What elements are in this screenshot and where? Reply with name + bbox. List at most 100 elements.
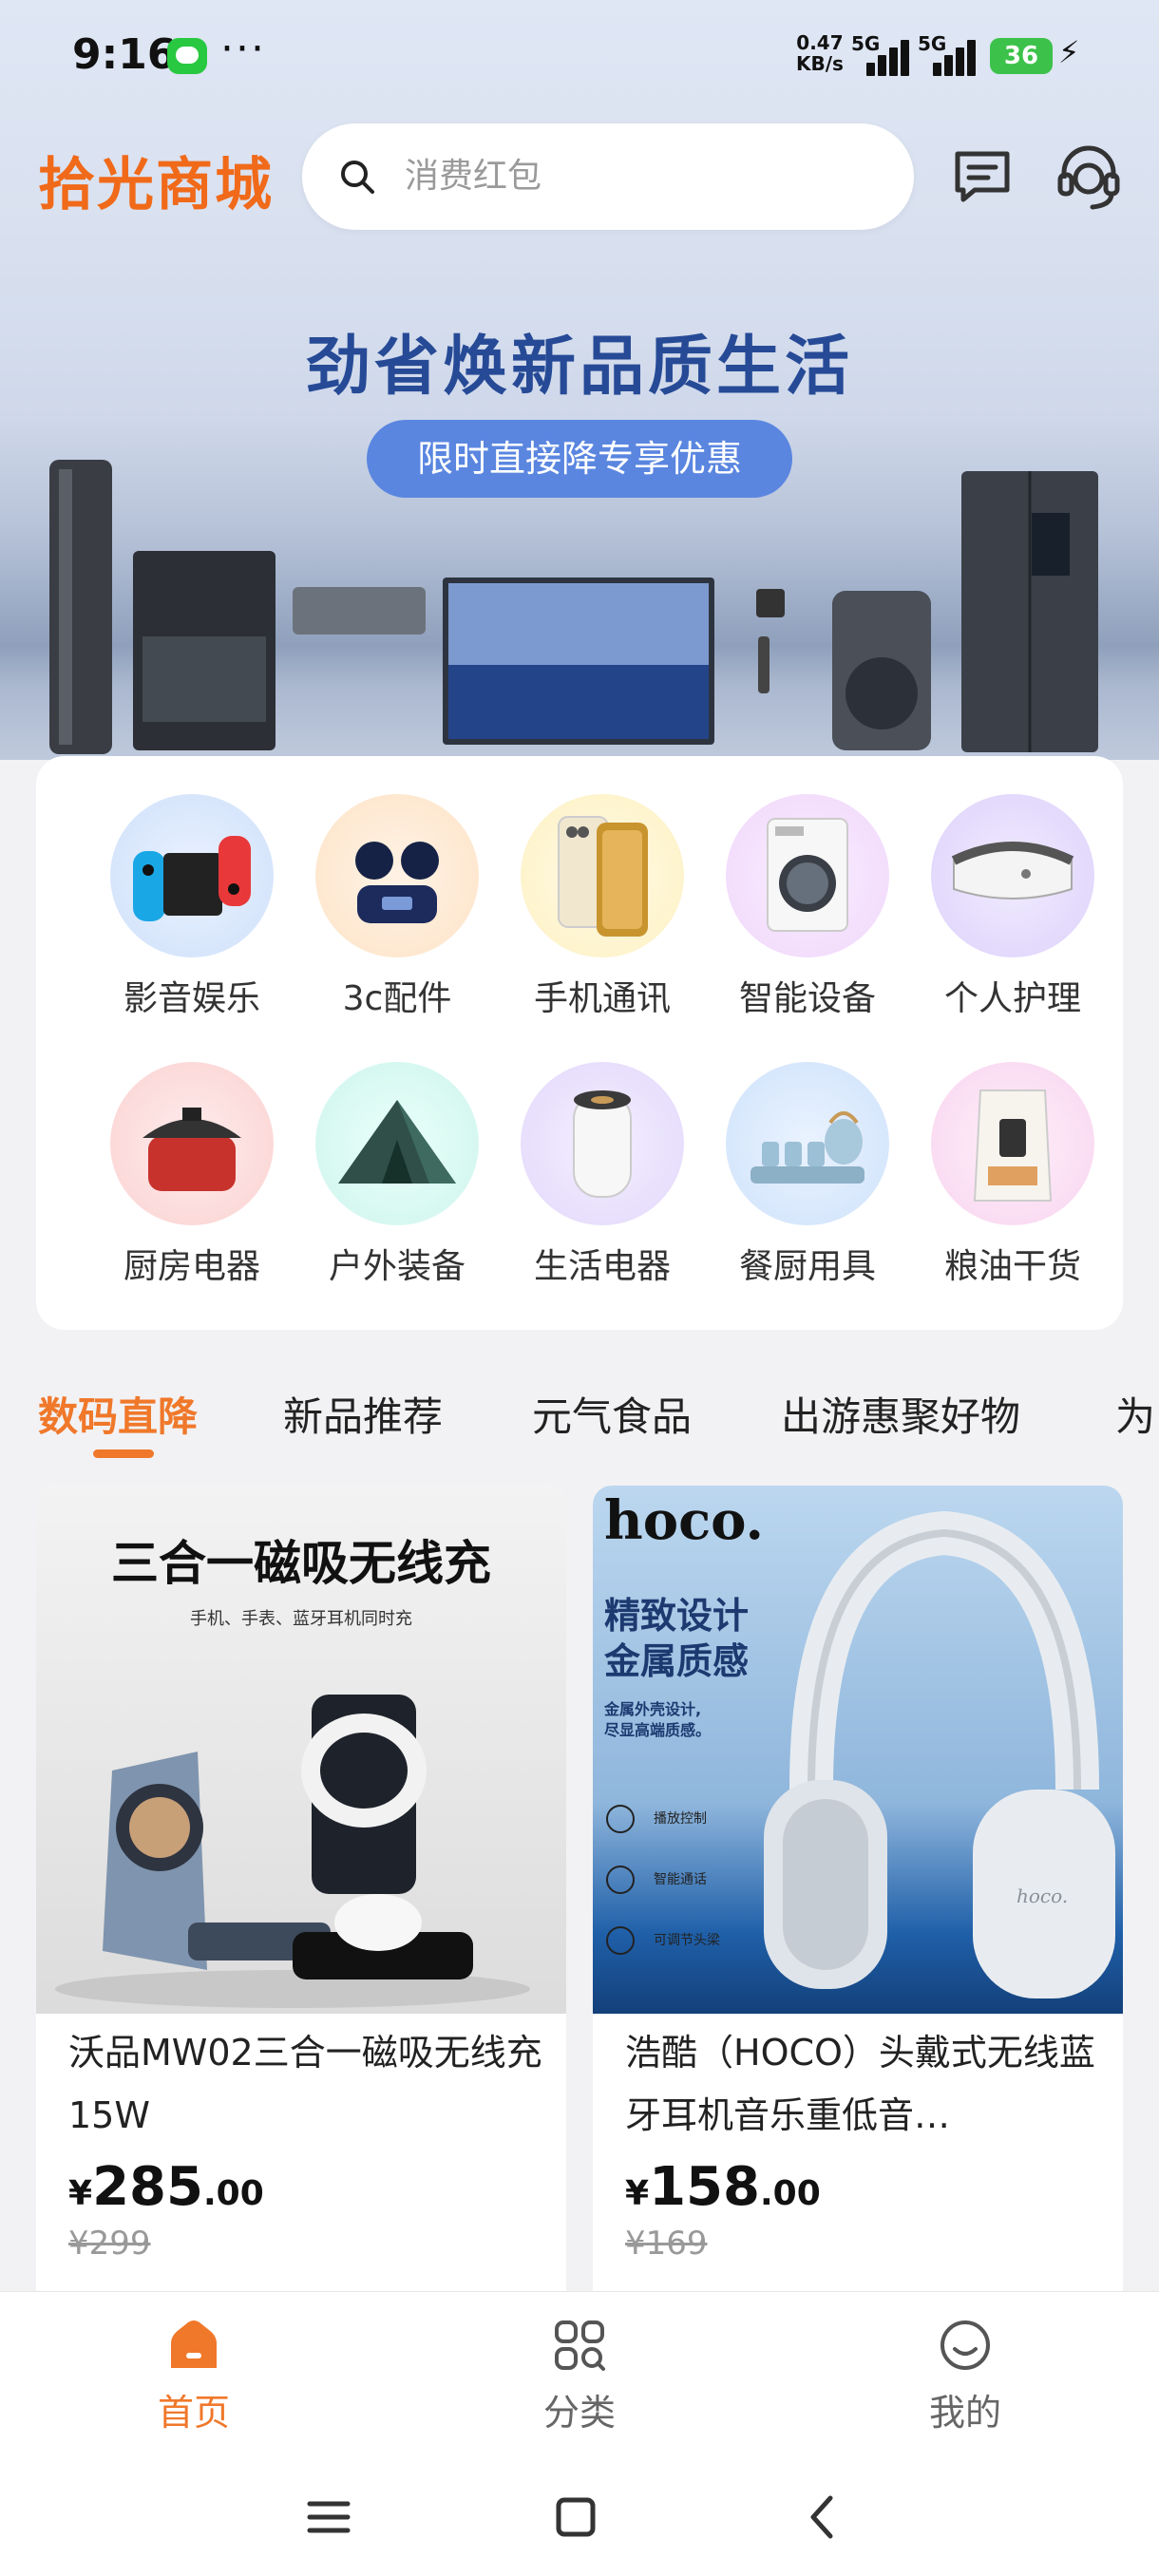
tab-new-arrivals[interactable]: 新品推荐 — [283, 1385, 443, 1443]
search-placeholder: 消费红包 — [405, 157, 542, 196]
adjust-icon — [606, 1926, 635, 1955]
nav-label: 分类 — [542, 2392, 616, 2434]
price-integer: 285 — [92, 2156, 203, 2218]
promo-banner[interactable]: 劲省焕新品质生活 限时直接降专享优惠 — [0, 0, 1159, 760]
tab-digital-deals[interactable]: 数码直降 — [38, 1385, 198, 1443]
tent-icon — [315, 1062, 479, 1225]
earbuds-icon — [315, 794, 479, 957]
product-image[interactable]: hoco. 精致设计 金属质感 金属外壳设计, 尽显高端质感。 播放控制 智能通… — [593, 1486, 1123, 2014]
category-label: 户外装备 — [328, 1247, 466, 1286]
eye-massager-icon — [931, 794, 1094, 957]
humidifier-icon — [521, 1062, 684, 1225]
network-speed-unit: KB/s — [796, 52, 844, 75]
washing-machine-icon — [726, 794, 889, 957]
category-item-smart-devices[interactable]: 智能设备 — [705, 794, 910, 1032]
product-image-subtitle: 手机、手表、蓝牙耳机同时充 — [190, 1609, 412, 1629]
hoco-product-mark: hoco. — [1016, 1885, 1069, 1907]
feature-adjustable: 可调节头梁 — [654, 1933, 720, 1948]
phone-icon — [521, 794, 684, 957]
game-console-icon — [110, 794, 274, 957]
product-image-desc1: 金属外壳设计, — [604, 1700, 702, 1718]
category-label: 3c配件 — [342, 979, 452, 1018]
tea-set-icon — [726, 1062, 889, 1225]
signal-icon-2: 5G — [918, 32, 984, 76]
product-image-title: 三合一磁吸无线充 — [111, 1536, 491, 1591]
product-image-line2: 金属质感 — [604, 1640, 750, 1682]
signal-network-label-2: 5G — [918, 32, 947, 55]
message-icon[interactable] — [950, 144, 1015, 209]
profile-icon — [940, 2320, 990, 2370]
category-item-entertainment[interactable]: 影音娱乐 — [89, 794, 294, 1032]
search-bar[interactable]: 消费红包 — [302, 123, 914, 230]
category-tabs: 数码直降 新品推荐 元气食品 出游惠聚好物 为 — [0, 1375, 1159, 1461]
charging-icon: ⚡ — [1058, 34, 1080, 70]
banner-promo-pill[interactable]: 限时直接降专享优惠 — [367, 420, 792, 498]
category-label: 粮油干货 — [943, 1247, 1081, 1286]
price-currency: ¥ — [68, 2174, 93, 2213]
signal-network-label: 5G — [851, 32, 881, 55]
network-speed-value: 0.47 — [796, 31, 844, 54]
hoco-brand-logo: hoco. — [604, 1489, 765, 1552]
price-decimal: .00 — [759, 2174, 821, 2213]
back-icon[interactable] — [794, 2489, 851, 2546]
product-image[interactable]: 三合一磁吸无线充 手机、手表、蓝牙耳机同时充 — [36, 1486, 566, 2014]
product-image-desc2: 尽显高端质感。 — [604, 1721, 712, 1739]
home-icon — [171, 2320, 217, 2368]
tab-active-indicator — [93, 1449, 154, 1458]
product-old-price: ¥169 — [625, 2225, 708, 2263]
product-old-price: ¥299 — [68, 2225, 151, 2263]
price-currency: ¥ — [625, 2174, 650, 2213]
category-item-phones[interactable]: 手机通讯 — [500, 794, 705, 1032]
product-card[interactable]: hoco. 精致设计 金属质感 金属外壳设计, 尽显高端质感。 播放控制 智能通… — [593, 1486, 1123, 2302]
tab-energy-food[interactable]: 元气食品 — [532, 1385, 692, 1443]
category-item-grain-oil[interactable]: 粮油干货 — [910, 1062, 1115, 1299]
category-item-home-appliances[interactable]: 生活电器 — [500, 1062, 705, 1299]
call-icon — [606, 1866, 635, 1894]
banner-title: 劲省焕新品质生活 — [305, 330, 853, 405]
category-label: 手机通讯 — [533, 979, 671, 1018]
bottom-navigation: 首页 分类 我的 — [0, 2291, 1159, 2457]
category-icon — [555, 2320, 605, 2371]
category-item-outdoor[interactable]: 户外装备 — [294, 1062, 500, 1299]
product-name: 浩酷（HOCO）头戴式无线蓝牙耳机音乐重低音… — [625, 2032, 1095, 2136]
category-label: 智能设备 — [738, 979, 876, 1018]
appliances-illustration — [0, 460, 1159, 760]
product-card[interactable]: 三合一磁吸无线充 手机、手表、蓝牙耳机同时充 沃品MW02三合一磁吸无线充15W… — [36, 1486, 566, 2302]
product-image-line1: 精致设计 — [604, 1595, 750, 1637]
category-label: 餐厨用具 — [738, 1247, 876, 1286]
product-name: 沃品MW02三合一磁吸无线充15W — [68, 2032, 542, 2136]
category-label: 厨房电器 — [123, 1247, 260, 1286]
category-item-kitchen-appliances[interactable]: 厨房电器 — [89, 1062, 294, 1299]
feature-smart-call: 智能通话 — [654, 1872, 707, 1887]
product-price: ¥285.00 — [68, 2156, 264, 2218]
tab-travel-deals[interactable]: 出游惠聚好物 — [781, 1385, 1020, 1443]
more-notifications-icon: ··· — [220, 25, 266, 73]
signal-icon: 5G — [851, 32, 918, 76]
nav-category[interactable]: 分类 — [484, 2317, 674, 2435]
app-logo[interactable]: 拾光商城 — [38, 139, 274, 221]
customer-service-icon[interactable] — [1053, 141, 1125, 213]
product-price: ¥158.00 — [625, 2156, 821, 2218]
category-item-3c-accessories[interactable]: 3c配件 — [294, 794, 500, 1032]
tab-more[interactable]: 为 — [1115, 1385, 1155, 1443]
status-bar: 9:16 ··· 0.47 KB/s 5G 5G 36 ⚡ — [0, 0, 1159, 110]
status-time: 9:16 — [72, 30, 177, 79]
category-label: 个人护理 — [943, 979, 1081, 1018]
price-integer: 158 — [649, 2156, 760, 2218]
search-icon — [341, 161, 374, 194]
battery-icon: 36 — [990, 38, 1053, 74]
nav-profile[interactable]: 我的 — [870, 2317, 1060, 2435]
nav-label: 首页 — [157, 2392, 230, 2434]
category-item-tableware[interactable]: 餐厨用具 — [705, 1062, 910, 1299]
category-label: 生活电器 — [533, 1247, 671, 1286]
category-item-personal-care[interactable]: 个人护理 — [910, 794, 1115, 1032]
network-speed: 0.47 KB/s — [796, 32, 844, 74]
menu-icon[interactable] — [300, 2489, 357, 2546]
nav-home[interactable]: 首页 — [99, 2317, 289, 2435]
rice-bag-icon — [931, 1062, 1094, 1225]
category-label: 影音娱乐 — [123, 979, 260, 1018]
nav-label: 我的 — [928, 2392, 1001, 2434]
system-navigation-bar — [0, 2456, 1159, 2576]
play-control-icon — [606, 1805, 635, 1833]
home-square-icon[interactable] — [547, 2489, 604, 2546]
